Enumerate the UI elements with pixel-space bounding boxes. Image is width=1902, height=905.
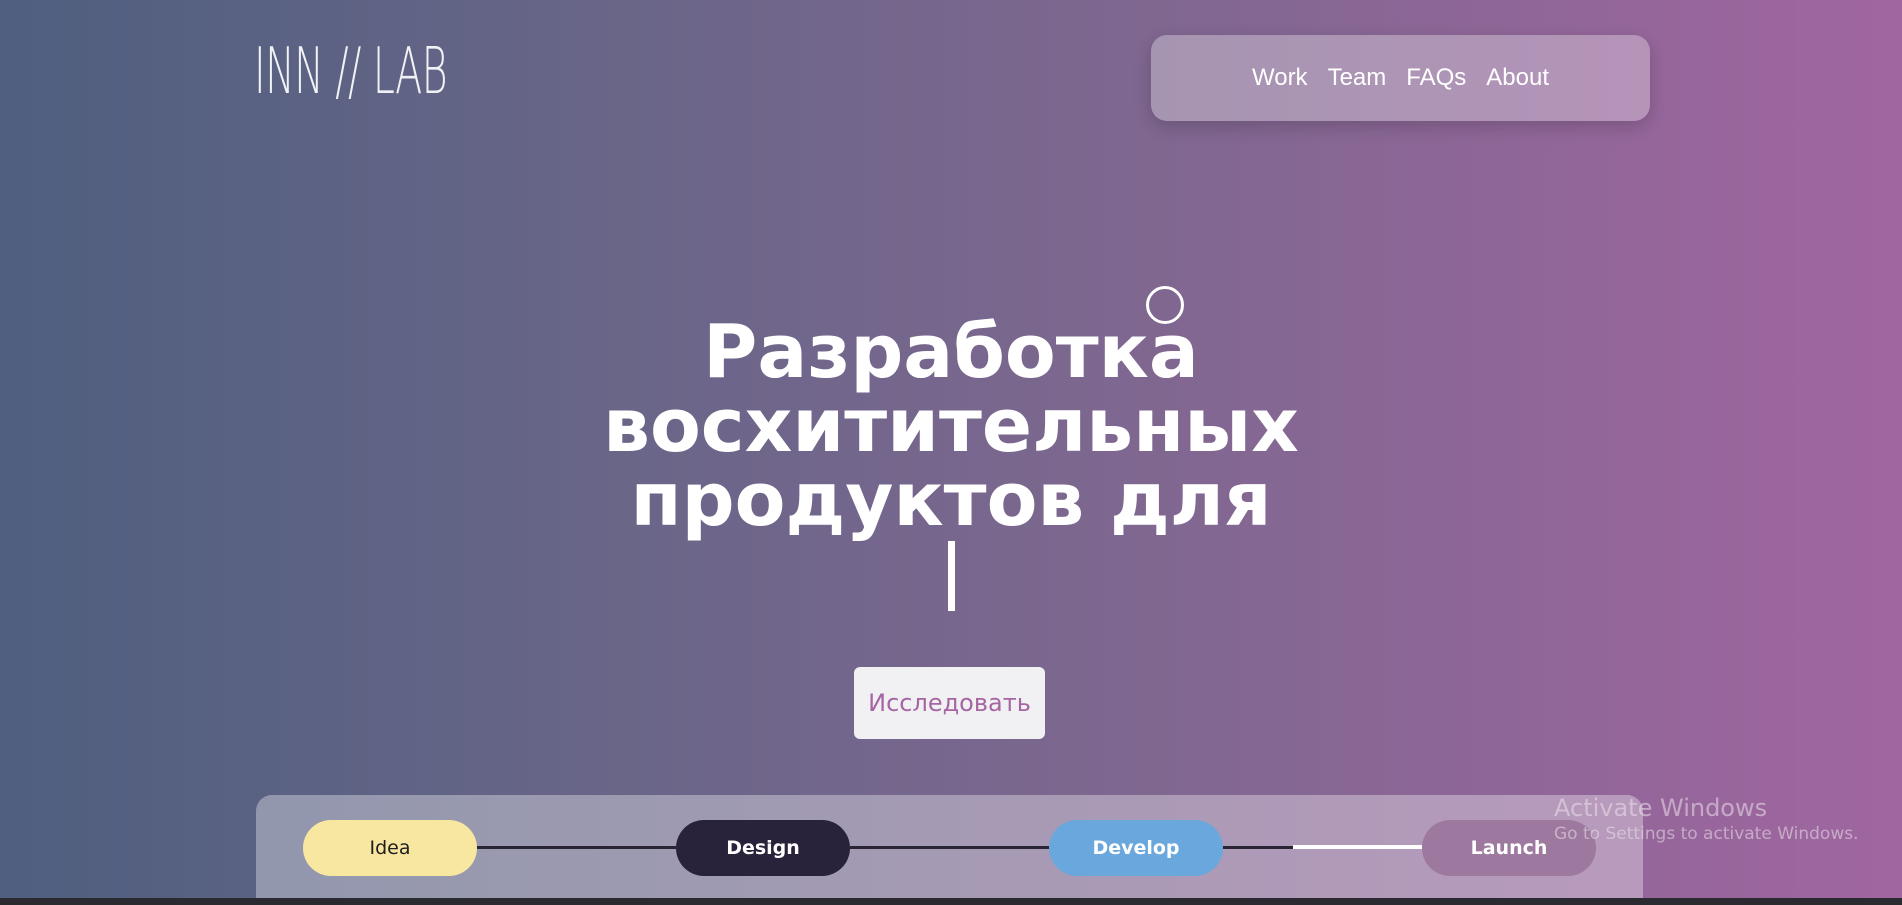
logo[interactable]: INN // LAB [254, 40, 448, 104]
taskbar [0, 898, 1902, 905]
typing-caret [947, 541, 955, 611]
nav-item-about[interactable]: About [1486, 64, 1549, 92]
nav-item-work[interactable]: Work [1252, 64, 1308, 92]
watermark-title: Activate Windows [1554, 794, 1768, 822]
explore-button[interactable]: Исследовать [854, 667, 1045, 739]
timeline-progress [1293, 845, 1422, 849]
nav-item-faqs[interactable]: FAQs [1406, 64, 1466, 92]
nav-item-team[interactable]: Team [1328, 64, 1387, 92]
timeline-connector [1223, 846, 1293, 849]
hero-line-1: Разработка восхитительных [603, 309, 1299, 469]
stage-design[interactable]: Design [676, 820, 850, 876]
timeline-connector [477, 846, 676, 849]
watermark-subtitle: Go to Settings to activate Windows. [1554, 824, 1859, 844]
stage-idea[interactable]: Idea [303, 820, 477, 876]
hero-line-2: продуктов для [630, 457, 1272, 543]
stage-develop[interactable]: Develop [1049, 820, 1223, 876]
activation-watermark: Activate Windows Go to Settings to activ… [1554, 794, 1859, 846]
timeline-connector [850, 846, 1049, 849]
hero-heading: Разработка восхитительных продуктов для [351, 315, 1551, 623]
process-timeline: Idea Design Develop Launch [256, 795, 1643, 905]
main-nav: Work Team FAQs About [1151, 35, 1650, 121]
